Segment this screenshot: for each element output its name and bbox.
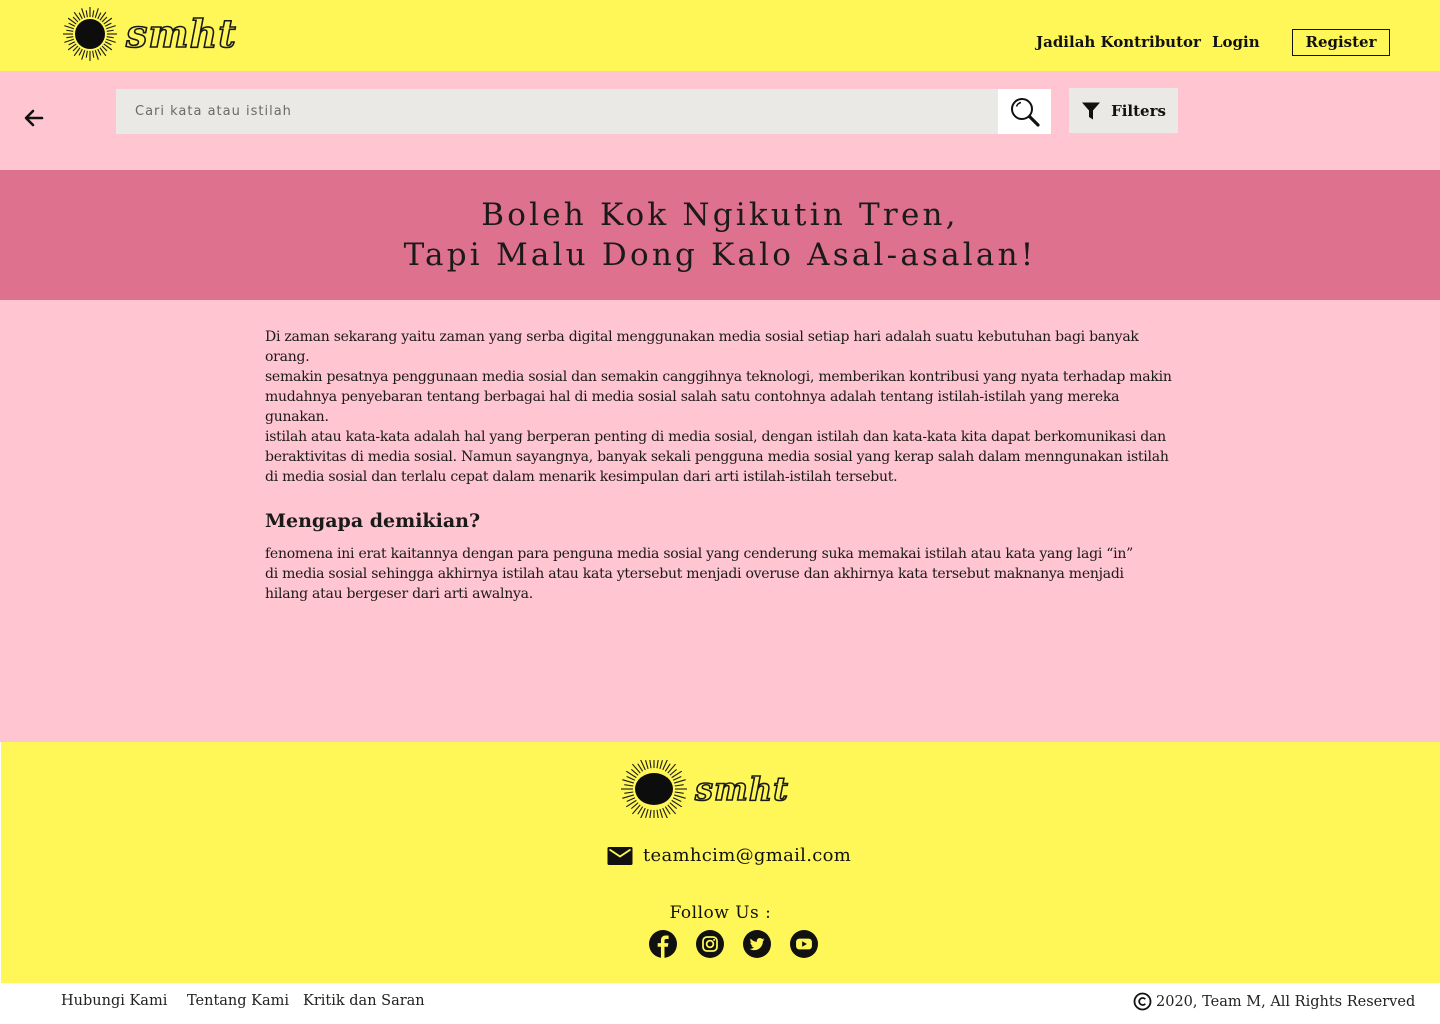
sun-logo-icon (621, 760, 687, 818)
copyright: 2020, Team M, All Rights Reserved (1133, 992, 1415, 1011)
instagram-icon[interactable] (695, 930, 725, 958)
intro-paragraph: Di zaman sekarang yaitu zaman yang serba… (265, 329, 1172, 485)
copyright-icon (1133, 992, 1152, 1011)
filters-button[interactable]: Filters (1069, 88, 1178, 133)
filters-label: Filters (1111, 101, 1166, 120)
search-button[interactable] (998, 89, 1051, 134)
footer-brand-logo[interactable]: smht (619, 760, 789, 818)
back-arrow-icon[interactable] (22, 106, 46, 130)
top-navbar: smht Jadilah Kontributor Login Register (0, 0, 1440, 71)
contact-us-link[interactable]: Hubungi Kami (61, 993, 167, 1009)
banner-title-line-2: Tapi Malu Dong Kalo Asal-asalan! (403, 237, 1037, 273)
twitter-icon[interactable] (742, 930, 772, 958)
follow-us-label: Follow Us : (669, 903, 772, 923)
filter-funnel-icon (1082, 102, 1101, 119)
copyright-text: 2020, Team M, All Rights Reserved (1156, 993, 1416, 1010)
login-link[interactable]: Login (1212, 33, 1260, 51)
bottom-bar: Hubungi Kami Tentang Kami Kritik dan Sar… (0, 983, 1440, 1024)
search-bar-section: Filters (0, 71, 1440, 170)
email-text: teamhcim@gmail.com (643, 845, 852, 866)
search-icon (1010, 97, 1040, 127)
feedback-link[interactable]: Kritik dan Saran (303, 993, 425, 1009)
sun-logo-icon (63, 7, 117, 61)
footer: smht teamhcim@gmail.com Follow Us : (1, 742, 1440, 983)
banner-title-line-1: Boleh Kok Ngikutin Tren, (481, 197, 959, 233)
contributor-link[interactable]: Jadilah Kontributor (1036, 33, 1201, 51)
search-field-container (116, 89, 998, 134)
body-paragraph: fenomena ini erat kaitannya dengan para … (265, 546, 1134, 602)
section-heading: Mengapa demikian? (265, 510, 481, 532)
article-content: Di zaman sekarang yaitu zaman yang serba… (0, 300, 1440, 742)
footer-brand-wordmark: smht (694, 770, 789, 808)
about-us-link[interactable]: Tentang Kami (187, 993, 289, 1009)
facebook-icon[interactable] (648, 930, 678, 958)
mail-icon (607, 846, 633, 865)
register-button[interactable]: Register (1292, 29, 1390, 56)
title-banner: Boleh Kok Ngikutin Tren, Tapi Malu Dong … (0, 170, 1440, 300)
social-links (648, 930, 819, 958)
contact-email[interactable]: teamhcim@gmail.com (607, 845, 851, 866)
youtube-icon[interactable] (789, 930, 819, 958)
search-input[interactable] (135, 89, 998, 134)
brand-wordmark: smht (125, 11, 237, 56)
brand-logo[interactable]: smht (62, 6, 237, 62)
